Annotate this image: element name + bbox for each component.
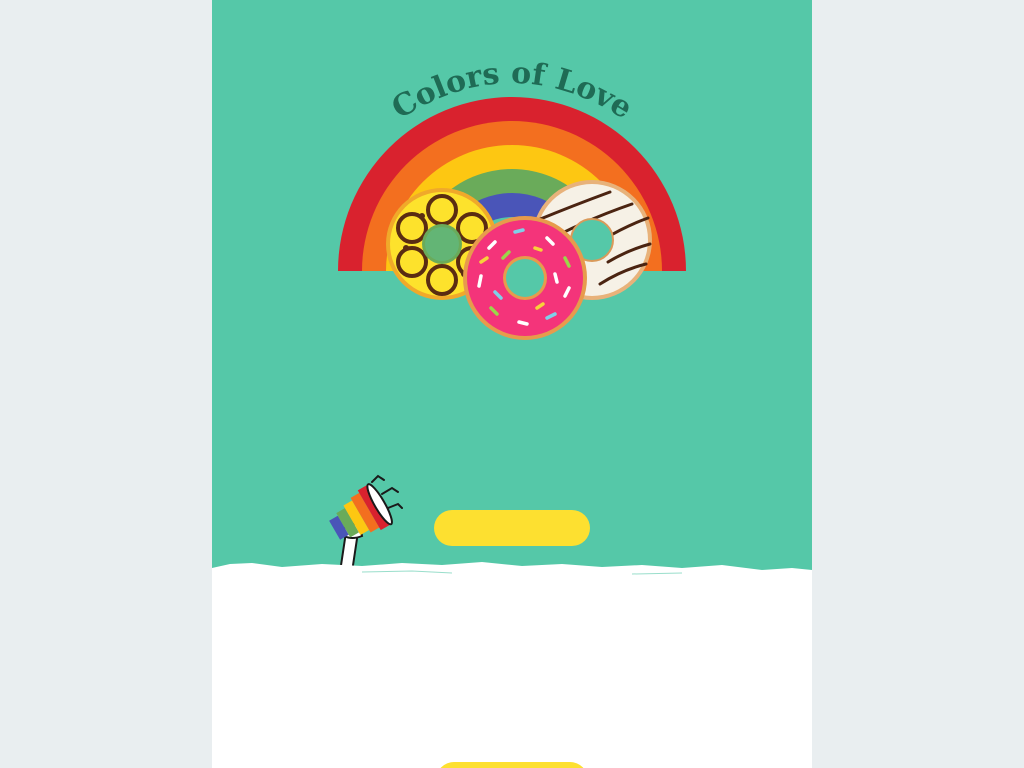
bottom-button[interactable] [436, 762, 588, 768]
rainbow-illustration [336, 97, 688, 340]
cta-button[interactable] [434, 510, 590, 546]
hero-section: Colors of Love [212, 0, 812, 600]
pink-sprinkle-donut-icon [463, 216, 587, 340]
brush-divider [212, 562, 812, 606]
content-panel: Colors of Love [212, 0, 812, 768]
page: Colors of Love [0, 0, 1024, 768]
